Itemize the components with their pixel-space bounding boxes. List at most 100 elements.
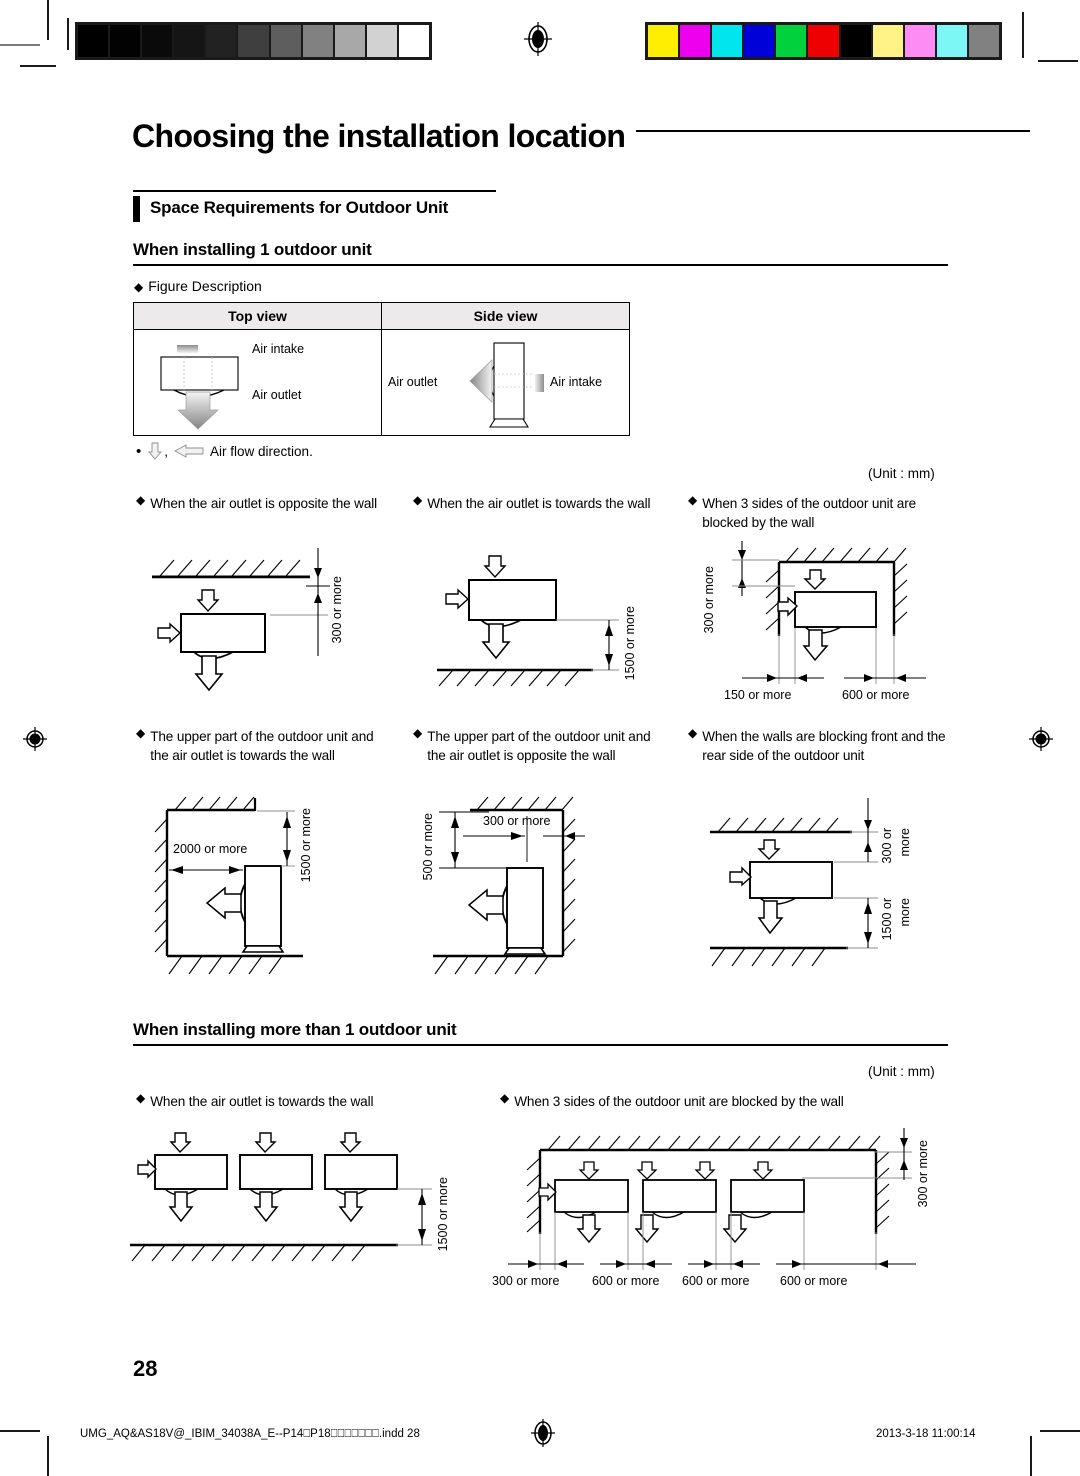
diagram-air-outlet-towards-wall: 1500 or more xyxy=(413,548,653,698)
figure-description-label: ◆ Figure Description xyxy=(134,278,262,294)
down-flow-icon xyxy=(148,442,163,460)
caption-text: The upper part of the outdoor unit and t… xyxy=(427,729,651,763)
caption-text: The upper part of the outdoor unit and t… xyxy=(150,729,374,763)
crop-mark-top-right-v xyxy=(1022,12,1024,58)
dimension-500: 500 or more xyxy=(421,813,435,881)
column-header-side-view: Side view xyxy=(473,308,538,324)
subsection-rule-multi-unit xyxy=(133,1044,948,1046)
section-rule xyxy=(133,190,496,192)
process-color-swatch xyxy=(648,25,679,57)
crop-mark-top-left-v2 xyxy=(67,18,69,50)
grayscale-swatch xyxy=(110,25,141,57)
figure-description-table: Top view Side view Air intake Air outlet… xyxy=(133,302,630,436)
crop-mark-bottom-left-h xyxy=(0,1430,40,1432)
diamond-bullet-icon: ◆ xyxy=(136,1091,146,1105)
caption-diagram-4: ◆ The upper part of the outdoor unit and … xyxy=(136,727,394,765)
diagram-multi-outlet-towards-wall: 1500 or more xyxy=(130,1125,460,1285)
dot-bullet-icon: • xyxy=(136,442,142,460)
process-color-swatch xyxy=(968,25,1000,57)
process-color-swatch xyxy=(840,25,871,57)
grayscale-swatch xyxy=(302,25,333,57)
registration-mark-right xyxy=(1028,726,1054,752)
diamond-bullet-icon: ◆ xyxy=(500,1091,510,1105)
table-header-row: Top view Side view xyxy=(134,303,629,330)
crop-mark-top-left-h2 xyxy=(20,65,56,67)
diagram-walls-front-rear: 300 or more 1500 or more xyxy=(700,790,950,982)
dimension-300: 300 or more xyxy=(702,566,716,634)
caption-multi-diagram-1: ◆ When the air outlet is towards the wall xyxy=(136,1092,436,1111)
dimension-600: 600 or more xyxy=(842,688,910,702)
caption-text: When 3 sides of the outdoor unit are blo… xyxy=(514,1094,844,1109)
crop-mark-top-left-v xyxy=(47,0,49,40)
process-color-swatch xyxy=(936,25,967,57)
caption-diagram-6: ◆ When the walls are blocking front and t… xyxy=(688,727,950,765)
process-color-swatch xyxy=(712,25,743,57)
registration-mark-top xyxy=(524,22,552,56)
footer-filename: UMG_AQ&AS18V@_IBIM_34038A_E--P14⎕P18⎕⎕⎕⎕… xyxy=(80,1428,420,1440)
grayscale-swatch xyxy=(174,25,205,57)
grayscale-swatch xyxy=(238,25,269,57)
grayscale-swatch xyxy=(366,25,397,57)
label-air-intake-top: Air intake xyxy=(252,342,305,356)
dimension-300-bottom: 300 or more xyxy=(492,1274,560,1288)
crop-mark-bottom-right-h xyxy=(1040,1430,1080,1432)
figure-description-text: Figure Description xyxy=(148,278,262,294)
caption-diagram-3: ◆ When 3 sides of the outdoor unit are bl… xyxy=(688,494,950,532)
label-air-intake-side: Air intake xyxy=(550,375,603,389)
dimension-300-right: 300 or more xyxy=(916,1140,930,1208)
diamond-bullet-icon: ◆ xyxy=(134,280,144,294)
diagram-three-sides-blocked: 300 or more 150 or more 600 or more xyxy=(694,536,954,706)
grayscale-swatch xyxy=(142,25,173,57)
diamond-bullet-icon: ◆ xyxy=(413,493,423,507)
process-color-swatch xyxy=(904,25,935,57)
caption-diagram-2: ◆ When the air outlet is towards the wall xyxy=(413,494,661,513)
footer-timestamp: 2013-3-18 11:00:14 xyxy=(876,1428,976,1440)
dimension-300-line1: 300 or xyxy=(880,828,894,864)
caption-text: When the air outlet is towards the wall xyxy=(150,1094,374,1109)
cell-top-view: Air intake Air outlet xyxy=(134,330,382,435)
grayscale-swatch xyxy=(78,25,109,57)
label-air-outlet-side: Air outlet xyxy=(388,375,438,389)
table-body-row: Air intake Air outlet Air outlet Air int… xyxy=(134,330,629,435)
dimension-300: 300 or more xyxy=(330,576,344,644)
diamond-bullet-icon: ◆ xyxy=(688,493,698,507)
dimension-600-a: 600 or more xyxy=(592,1274,660,1288)
registration-mark-bottom xyxy=(530,1418,556,1447)
diagram-multi-three-sides-blocked: 300 or more 300 or more 600 or more 600 … xyxy=(492,1122,962,1292)
subsection-rule-one-unit xyxy=(133,264,948,266)
caption-text: When the air outlet is opposite the wall xyxy=(150,496,377,511)
crop-mark-top-right-h xyxy=(1038,60,1078,62)
title-rule xyxy=(636,130,1030,132)
unit-note-one: (Unit : mm) xyxy=(868,466,935,481)
caption-text: When the walls are blocking front and th… xyxy=(702,729,946,763)
dimension-600-c: 600 or more xyxy=(780,1274,848,1288)
dimension-1500-line1: 1500 or xyxy=(880,898,894,941)
crop-mark-bottom-right-v xyxy=(1030,1436,1032,1476)
column-header-top-view: Top view xyxy=(134,303,382,329)
registration-mark-left xyxy=(22,726,48,752)
caption-text: When the air outlet is towards the wall xyxy=(427,496,651,511)
process-color-swatch xyxy=(872,25,903,57)
dimension-300: 300 or more xyxy=(483,814,551,828)
diamond-bullet-icon: ◆ xyxy=(136,493,146,507)
grayscale-colorbar xyxy=(75,22,432,60)
caption-text: When 3 sides of the outdoor unit are blo… xyxy=(702,496,916,530)
caption-diagram-1: ◆ When the air outlet is opposite the wal… xyxy=(136,494,386,513)
cell-side-view: Air outlet Air intake xyxy=(382,330,629,435)
diagram-upper-part-outlet-opposite-wall: 500 or more 300 or more xyxy=(415,788,635,980)
section-title: Space Requirements for Outdoor Unit xyxy=(150,198,449,217)
unit-note-multi: (Unit : mm) xyxy=(868,1064,935,1079)
diagram-air-outlet-opposite-wall: 300 or more xyxy=(138,548,368,698)
diamond-bullet-icon: ◆ xyxy=(688,726,698,740)
page-title: Choosing the installation location xyxy=(132,118,626,154)
crop-mark-top-left-h xyxy=(0,44,40,46)
dimension-1500: 1500 or more xyxy=(299,808,313,883)
dimension-1500: 1500 or more xyxy=(623,606,637,681)
grayscale-swatch xyxy=(206,25,237,57)
dimension-600-b: 600 or more xyxy=(682,1274,750,1288)
caption-diagram-5: ◆ The upper part of the outdoor unit and … xyxy=(413,727,661,765)
air-flow-direction-note: • , Air flow direction. xyxy=(136,442,313,460)
air-flow-direction-text: Air flow direction. xyxy=(210,443,313,459)
page-number: 28 xyxy=(133,1356,158,1381)
dimension-150: 150 or more xyxy=(724,688,792,702)
